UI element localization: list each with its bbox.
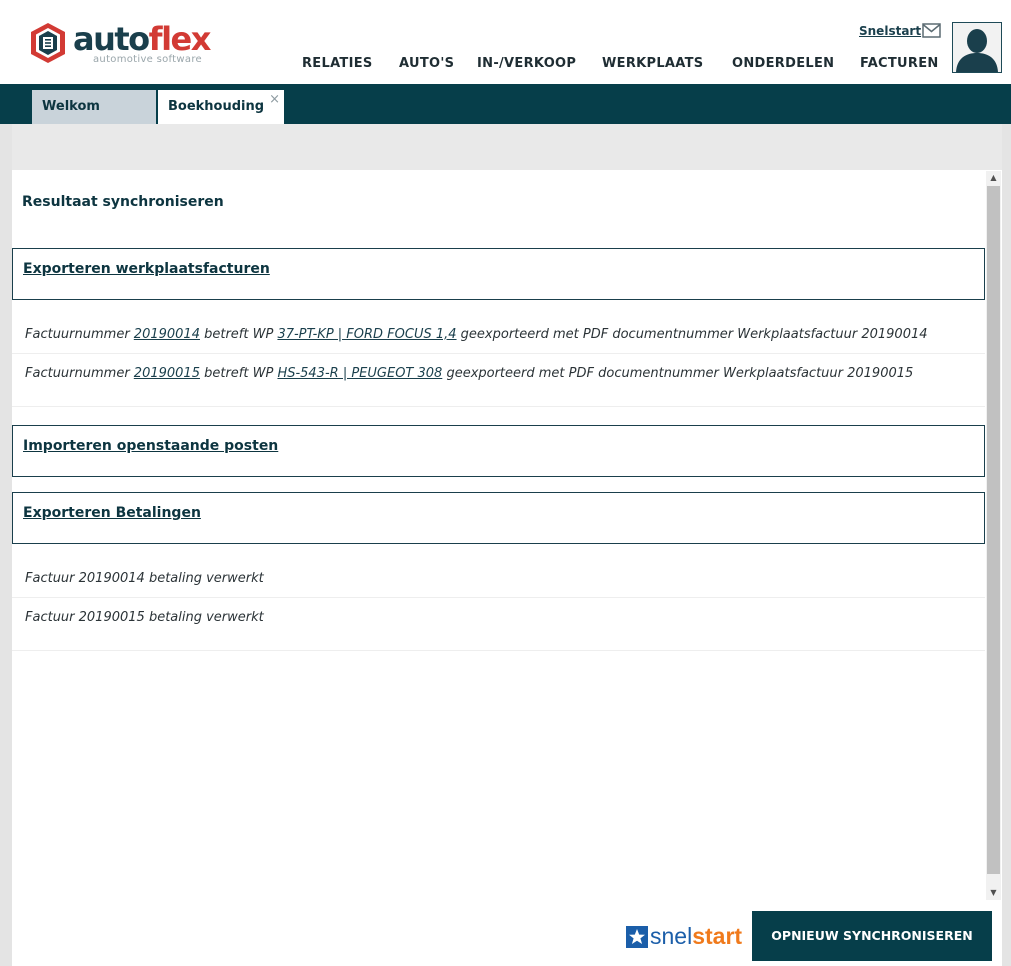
logo-wordmark-auto: auto [73, 20, 150, 58]
log-text: geexporteerd met PDF documentnummer Werk… [442, 366, 914, 381]
row-divider [12, 353, 985, 354]
star-icon [626, 926, 648, 948]
log-line: Factuurnummer 20190015 betreft WP HS-543… [25, 366, 913, 381]
vertical-scrollbar[interactable]: ▲ ▼ [986, 171, 1001, 900]
snelstart-link[interactable]: Snelstart [859, 24, 921, 38]
row-divider [12, 597, 985, 598]
log-text: betreft WP [199, 327, 278, 342]
snelstart-wordmark-start: start [692, 923, 743, 949]
close-icon[interactable]: × [269, 92, 280, 107]
tab-welkom[interactable]: Welkom [32, 90, 156, 124]
invoice-link[interactable]: 20190015 [134, 366, 200, 381]
section-export-payments-link[interactable]: Exporteren Betalingen [23, 505, 201, 521]
nav-item-onderdelen[interactable]: ONDERDELEN [732, 56, 834, 71]
page-title: Resultaat synchroniseren [22, 194, 224, 210]
log-line: Factuur 20190014 betaling verwerkt [25, 571, 264, 586]
scroll-up-icon[interactable]: ▲ [986, 171, 1001, 185]
vehicle-link[interactable]: HS-543-R | PEUGEOT 308 [277, 366, 442, 381]
log-text: Factuurnummer [25, 327, 134, 342]
row-divider [12, 406, 985, 407]
nav-item-werkplaats[interactable]: WERKPLAATS [602, 56, 703, 71]
tab-welkom-label: Welkom [42, 99, 100, 114]
nav-item-relaties[interactable]: RELATIES [302, 56, 373, 71]
invoice-link[interactable]: 20190014 [134, 327, 200, 342]
log-text: Factuurnummer [25, 366, 134, 381]
resync-button[interactable]: OPNIEUW SYNCHRONISEREN [752, 911, 992, 961]
log-line: Factuurnummer 20190014 betreft WP 37-PT-… [25, 327, 928, 342]
row-divider [12, 650, 985, 651]
section-import-open-items-link[interactable]: Importeren openstaande posten [23, 438, 278, 454]
tab-bar: Welkom Boekhouding × [0, 84, 1011, 124]
scroll-down-icon[interactable]: ▼ [986, 886, 1001, 900]
logo-wordmark: autoflex [73, 19, 212, 59]
log-text: geexporteerd met PDF documentnummer Werk… [456, 327, 928, 342]
tab-boekhouding-label: Boekhouding [168, 99, 265, 114]
section-export-invoices: Exporteren werkplaatsfacturen [12, 248, 985, 300]
panel-header-band [12, 124, 1002, 170]
logo-wordmark-flex: flex [148, 20, 212, 58]
mail-icon[interactable] [922, 23, 941, 38]
snelstart-wordmark: snelstart [650, 921, 742, 951]
scrollbar-thumb[interactable] [987, 186, 1000, 874]
section-export-invoices-link[interactable]: Exporteren werkplaatsfacturen [23, 261, 270, 277]
main-nav: RELATIES AUTO'S IN-/VERKOOP WERKPLAATS O… [0, 56, 1011, 76]
snelstart-logo: snelstart [626, 921, 750, 951]
app-header: autoflex automotive software Snelstart R… [0, 0, 1011, 84]
snelstart-wordmark-snel: snel [650, 923, 693, 949]
nav-item-facturen[interactable]: FACTUREN [860, 56, 939, 71]
nav-item-in-verkoop[interactable]: IN-/VERKOOP [477, 56, 576, 71]
content-panel: Resultaat synchroniseren Exporteren werk… [12, 124, 1002, 966]
tab-boekhouding[interactable]: Boekhouding × [158, 90, 284, 124]
section-import-open-items: Importeren openstaande posten [12, 425, 985, 477]
log-text: betreft WP [199, 366, 278, 381]
nav-item-autos[interactable]: AUTO'S [399, 56, 454, 71]
vehicle-link[interactable]: 37-PT-KP | FORD FOCUS 1,4 [277, 327, 456, 342]
section-export-payments: Exporteren Betalingen [12, 492, 985, 544]
log-line: Factuur 20190015 betaling verwerkt [25, 610, 264, 625]
